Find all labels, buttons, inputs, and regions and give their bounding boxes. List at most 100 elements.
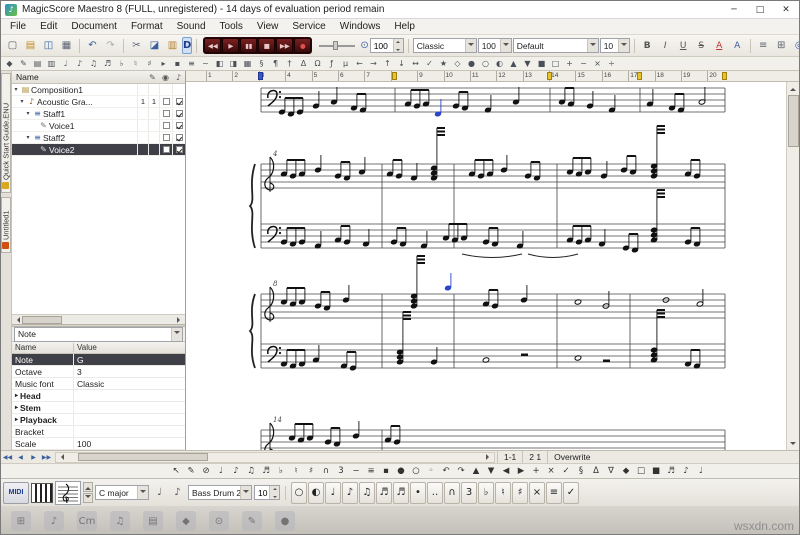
size-combo[interactable]: 100 xyxy=(478,38,512,53)
tree-horizontal-scrollbar[interactable] xyxy=(12,314,185,324)
note-tool-icon[interactable]: ■ xyxy=(649,465,663,478)
toolbar-icon[interactable]: − xyxy=(577,58,590,70)
property-value[interactable]: 100 xyxy=(74,439,185,449)
new-icon[interactable]: ▢ xyxy=(4,37,21,54)
expander-icon[interactable]: ▾ xyxy=(12,86,20,93)
property-row-scale[interactable]: Scale 100 xyxy=(12,438,185,450)
tree-row-staff2[interactable]: ▾ ≡ Staff2 xyxy=(12,132,185,144)
note-tool-icon[interactable]: ♩ xyxy=(214,465,228,478)
tab-quick-start-guide[interactable]: Quick Start Guide.ENU xyxy=(1,73,11,193)
highlight-color-icon[interactable]: A xyxy=(729,37,746,54)
sharp-icon[interactable]: ♯ xyxy=(512,482,528,504)
ruler-marker-yellow[interactable] xyxy=(392,72,397,80)
toolbar-icon[interactable]: ← xyxy=(353,58,366,70)
zoom-spinner[interactable]: 100 xyxy=(370,38,404,53)
align-icon[interactable]: ≡ xyxy=(755,37,772,54)
cut-icon[interactable]: ✂ xyxy=(128,37,145,54)
ruler[interactable]: 1234567891011121314151617181920 xyxy=(186,71,799,82)
close-icon[interactable]: ✕ xyxy=(773,1,799,18)
toolbar-icon[interactable]: ◇ xyxy=(451,58,464,70)
toolbar-icon[interactable]: ♪ xyxy=(73,58,86,70)
toolbar-icon[interactable]: ✓ xyxy=(423,58,436,70)
strike-icon[interactable]: S xyxy=(693,37,710,54)
undo-icon[interactable]: ↶ xyxy=(84,37,101,54)
chevron-down-icon[interactable] xyxy=(587,39,598,52)
toolbar-icon[interactable]: µ xyxy=(339,58,352,70)
toolbar-icon[interactable]: † xyxy=(283,58,296,70)
app-note-icon[interactable]: ♪ xyxy=(44,511,64,531)
toolbar-icon[interactable]: § xyxy=(255,58,268,70)
toolbar-icon[interactable]: ○ xyxy=(479,58,492,70)
note-tool-icon[interactable]: × xyxy=(544,465,558,478)
clef-spinner[interactable] xyxy=(83,482,93,503)
note-tool-icon[interactable]: ♯ xyxy=(304,465,318,478)
scroll-left-icon[interactable] xyxy=(12,315,22,324)
chevron-down-icon[interactable] xyxy=(465,39,476,52)
chevron-down-icon[interactable] xyxy=(171,328,182,341)
toolbar-icon[interactable]: ▥ xyxy=(45,58,58,70)
ruler-marker-blue[interactable] xyxy=(258,72,263,80)
toolbar-icon[interactable]: ↔ xyxy=(409,58,422,70)
checkbox-checked[interactable] xyxy=(176,146,183,153)
key-combo[interactable]: C major xyxy=(95,485,149,500)
app-diamond-icon[interactable]: ◆ xyxy=(176,511,196,531)
checkbox-checked[interactable] xyxy=(176,110,183,117)
note-tool-icon[interactable]: ○ xyxy=(409,465,423,478)
toolbar-icon[interactable]: ♬ xyxy=(101,58,114,70)
scrollbar-thumb[interactable] xyxy=(22,316,62,324)
paste-icon[interactable]: ▥ xyxy=(164,37,181,54)
checkbox-checked[interactable] xyxy=(176,122,183,129)
beam-icon[interactable]: ≡ xyxy=(546,482,562,504)
note-tool-icon[interactable]: ⊘ xyxy=(199,465,213,478)
play-icon[interactable]: ▶ xyxy=(222,38,239,53)
start-icon[interactable]: ⊞ xyxy=(11,511,31,531)
natural-icon[interactable]: ♮ xyxy=(495,482,511,504)
scroll-up-icon[interactable] xyxy=(787,82,799,93)
sixty-fourth-icon[interactable]: ♬ xyxy=(393,482,409,504)
forward-icon[interactable]: ▶▶ xyxy=(276,38,293,53)
maximize-icon[interactable]: □ xyxy=(747,1,773,18)
tree-row-composition[interactable]: ▾ ▤ Composition1 xyxy=(12,84,185,96)
print-icon[interactable]: ▦ xyxy=(58,37,75,54)
sound-icon[interactable]: ♪ xyxy=(172,71,185,83)
menu-item[interactable]: Windows xyxy=(333,19,388,34)
chevron-down-icon[interactable] xyxy=(137,486,148,499)
toolbar-icon[interactable]: ↑ xyxy=(381,58,394,70)
app-disc-icon[interactable]: ⊙ xyxy=(209,511,229,531)
note-tool-icon[interactable]: ♬ xyxy=(664,465,678,478)
toolbar-icon[interactable]: ▼ xyxy=(521,58,534,70)
copy-icon[interactable]: ◪ xyxy=(146,37,163,54)
prev-page-icon[interactable]: ◀ xyxy=(14,452,27,463)
sixteenth-icon[interactable]: ♫ xyxy=(359,482,375,504)
underline-icon[interactable]: U xyxy=(675,37,692,54)
menu-item[interactable]: Document xyxy=(64,19,124,34)
checkbox-checked[interactable] xyxy=(176,98,183,105)
scroll-left-icon[interactable] xyxy=(56,453,66,462)
ruler-marker-yellow[interactable] xyxy=(547,72,552,80)
toolbar-icon[interactable]: ◨ xyxy=(227,58,240,70)
toolbar-icon[interactable]: ♭ xyxy=(115,58,128,70)
property-row-playback[interactable]: ▸Playback xyxy=(12,414,185,426)
record-icon[interactable]: ● xyxy=(294,38,311,53)
toolbar-icon[interactable]: ♯ xyxy=(143,58,156,70)
chevron-down-icon[interactable] xyxy=(240,486,251,499)
menu-item[interactable]: Help xyxy=(387,19,422,34)
score-canvas[interactable]: 4814 xyxy=(186,82,786,450)
menu-item[interactable]: Format xyxy=(124,19,170,34)
toolbar-icon[interactable]: × xyxy=(591,58,604,70)
toolbar-icon[interactable]: ♮ xyxy=(129,58,142,70)
note-tool-icon[interactable]: ◦ xyxy=(424,465,438,478)
note-duration-mode-button[interactable]: D xyxy=(182,37,192,54)
piano-keyboard-icon[interactable] xyxy=(31,483,53,503)
note-tool-icon[interactable]: ↖ xyxy=(169,465,183,478)
toolbar-icon[interactable]: ▸ xyxy=(157,58,170,70)
font-color-icon[interactable]: A xyxy=(711,37,728,54)
toolbar-icon[interactable]: Ω xyxy=(311,58,324,70)
note-tool-icon[interactable]: ▶ xyxy=(514,465,528,478)
app-pen-icon[interactable]: ✎ xyxy=(242,511,262,531)
note-tool-icon[interactable]: ♪ xyxy=(679,465,693,478)
menu-item[interactable]: Sound xyxy=(170,19,213,34)
font-combo[interactable]: Default xyxy=(513,38,599,53)
note-tool-icon[interactable]: ◆ xyxy=(619,465,633,478)
scrollbar-thumb[interactable] xyxy=(788,95,799,147)
